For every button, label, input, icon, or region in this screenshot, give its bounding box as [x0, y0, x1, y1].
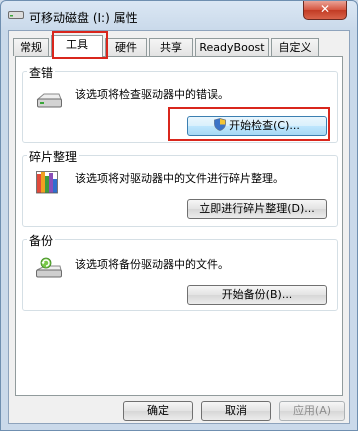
backup-group: 备份 该选项将备份驱动器中的文件。 开始备份(B)...: [22, 232, 338, 311]
tools-tab-highlight: [52, 31, 108, 59]
tab-readyboost[interactable]: ReadyBoost: [195, 38, 269, 56]
tab-customize[interactable]: 自定义: [271, 38, 319, 56]
close-button[interactable]: ✕: [303, 1, 347, 20]
drive-icon: [36, 93, 62, 108]
tab-sharing[interactable]: 共享: [149, 38, 193, 56]
drive-icon: [8, 11, 24, 19]
dialog-body: 常规 工具 硬件 共享 ReadyBoost 自定义 查错 该选项将检查驱动器中…: [8, 30, 350, 424]
window-title: 可移动磁盘 (I:) 属性: [29, 11, 138, 25]
backup-icon: [36, 257, 62, 278]
start-backup-button[interactable]: 开始备份(B)...: [187, 285, 327, 305]
defrag-now-button[interactable]: 立即进行碎片整理(D)...: [187, 199, 327, 219]
defrag-group: 碎片整理 该选项将对驱动器中的文件进行碎片整理。 立即进行碎片整理(D)...: [22, 148, 338, 227]
error-check-title: 查错: [27, 64, 56, 81]
defrag-description: 该选项将对驱动器中的文件进行碎片整理。: [75, 172, 284, 185]
cancel-button[interactable]: 取消: [201, 401, 271, 421]
tab-hardware[interactable]: 硬件: [105, 38, 147, 56]
defrag-title: 碎片整理: [27, 148, 80, 165]
check-button-highlight: [168, 107, 330, 141]
properties-window: 可移动磁盘 (I:) 属性 ✕ 常规 工具 硬件 共享 ReadyBoost 自…: [0, 0, 358, 431]
title-bar[interactable]: 可移动磁盘 (I:) 属性 ✕: [1, 1, 357, 31]
defrag-icon: [36, 171, 58, 194]
apply-button[interactable]: 应用(A): [279, 401, 345, 421]
backup-title: 备份: [27, 232, 56, 249]
backup-description: 该选项将备份驱动器中的文件。: [75, 258, 229, 271]
error-check-description: 该选项将检查驱动器中的错误。: [75, 88, 229, 101]
tab-general[interactable]: 常规: [13, 38, 49, 56]
close-icon: ✕: [319, 2, 331, 16]
ok-button[interactable]: 确定: [123, 401, 193, 421]
